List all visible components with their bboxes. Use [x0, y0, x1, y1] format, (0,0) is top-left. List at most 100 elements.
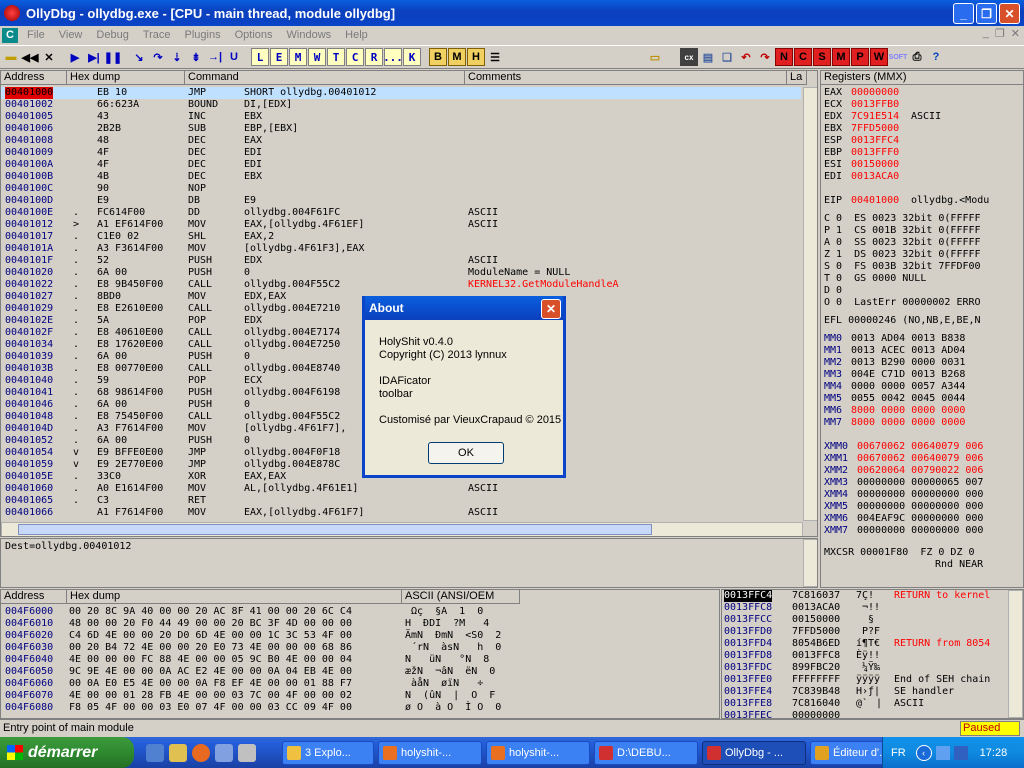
disasm-row[interactable]: 00401006 2B2B SUB EBP,[EBX]: [1, 123, 801, 135]
stack-vscroll[interactable]: [1008, 590, 1023, 718]
cmd-icon[interactable]: cx: [680, 48, 698, 66]
about-close-icon[interactable]: ✕: [541, 299, 561, 319]
dump-hex[interactable]: C4 6D 4E 00 00 20 D0 6D 4E 00 00 1C 3C 5…: [69, 630, 352, 642]
step-into-icon[interactable]: ↘: [130, 48, 148, 66]
dump-hex[interactable]: 00 20 B4 72 4E 00 00 20 E0 73 4E 00 00 0…: [69, 642, 352, 654]
menu-windows[interactable]: Windows: [280, 29, 339, 41]
mmx-register-value[interactable]: 004E C71D 0013 B268: [851, 369, 965, 381]
minimize-button[interactable]: _: [953, 3, 974, 24]
quicklaunch-firefox-icon[interactable]: [192, 743, 210, 762]
help-icon[interactable]: ?: [927, 48, 945, 66]
disasm-row[interactable]: 0040101A. A3 F3614F00 MOV [ollydbg.4F61F3],…: [1, 243, 801, 255]
execute-till-user-icon[interactable]: U: [225, 48, 243, 66]
register-value[interactable]: 7FFD5000: [851, 123, 899, 135]
flag-line[interactable]: P 1 CS 001B 32bit 0(FFFFF: [824, 225, 981, 237]
maximize-button[interactable]: ❐: [976, 3, 997, 24]
taskbar-task-button[interactable]: holyshit-...: [378, 740, 482, 765]
quicklaunch-usb-icon[interactable]: [238, 743, 256, 762]
restart-icon[interactable]: ◀◀: [21, 48, 39, 66]
step-over-icon[interactable]: ↷: [149, 48, 167, 66]
dump-hex[interactable]: 00 20 8C 9A 40 00 00 20 AC 8F 41 00 00 2…: [69, 606, 352, 618]
menu-debug[interactable]: Debug: [89, 29, 135, 41]
dump-header-ascii[interactable]: ASCII (ANSI/OEM: [402, 590, 520, 604]
options-list-icon[interactable]: ☰: [486, 48, 504, 66]
menu-help[interactable]: Help: [338, 29, 375, 41]
disasm-header-comments[interactable]: Comments: [465, 71, 787, 85]
toolbar-windows-button[interactable]: W: [308, 48, 326, 66]
disasm-vscroll[interactable]: [803, 87, 817, 521]
registers-pane[interactable]: Registers (MMX) EAX 00000000 ECX 0013FFB0 ED…: [820, 70, 1024, 588]
notepad-icon[interactable]: ▤: [699, 48, 717, 66]
disasm-row[interactable]: 0040100D E9 DB E9: [1, 195, 801, 207]
stack-row[interactable]: 0013FFD8 0013FFC8 Èÿ!!: [722, 650, 1008, 662]
pause-icon[interactable]: ❚❚: [104, 48, 122, 66]
menu-options[interactable]: Options: [228, 29, 280, 41]
toolbar-hwbreak-button[interactable]: H: [467, 48, 485, 66]
disasm-row[interactable]: 00401000 EB 10 JMP SHORT ollydbg.00401012: [1, 87, 801, 99]
toolbar-log-button[interactable]: L: [251, 48, 269, 66]
toolbar-w-button[interactable]: W: [870, 48, 888, 66]
about-ok-button[interactable]: OK: [428, 442, 504, 464]
dump-address[interactable]: 004F6020: [5, 630, 53, 642]
language-indicator[interactable]: FR: [891, 747, 906, 759]
mmx-register-value[interactable]: 8000 0000 0000 0000: [851, 417, 965, 429]
menu-file[interactable]: File: [20, 29, 52, 41]
dump-address[interactable]: 004F6050: [5, 666, 53, 678]
run-icon[interactable]: ▶: [66, 48, 84, 66]
disasm-hscroll[interactable]: [1, 522, 803, 536]
disasm-row[interactable]: 00401060. A0 E1614F00 MOV AL,[ollydbg.4F61E…: [1, 483, 801, 495]
register-value[interactable]: 00401000: [851, 195, 899, 207]
register-value[interactable]: 0013FFB0: [851, 99, 899, 111]
register-value[interactable]: 0013FFF0: [851, 147, 899, 159]
dump-pane[interactable]: Address Hex dump ASCII (ANSI/OEM 004F600…: [0, 589, 720, 719]
mdi-close-icon[interactable]: ✕: [1011, 27, 1020, 40]
stack-row[interactable]: 0013FFD4 8054B6ED í¶T€ RETURN from 8054: [722, 638, 1008, 650]
disasm-row[interactable]: 0040100E. FC614F00 DD ollydbg.004F61FC ASCII: [1, 207, 801, 219]
stack-row[interactable]: 0013FFE4 7C839B48 H›ƒ| SE handler: [722, 686, 1008, 698]
flag-line[interactable]: O 0 LastErr 00000002 ERRO: [824, 297, 981, 309]
dump-address[interactable]: 004F6060: [5, 678, 53, 690]
execute-till-return-icon[interactable]: →|: [206, 48, 224, 66]
run-thread-icon[interactable]: ▶|: [85, 48, 103, 66]
flag-line[interactable]: Z 1 DS 0023 32bit 0(FFFFF: [824, 249, 981, 261]
dump-hex[interactable]: 4E 00 00 00 FC 88 4E 00 00 05 9C B0 4E 0…: [69, 654, 352, 666]
flag-line[interactable]: T 0 GS 0000 NULL: [824, 273, 926, 285]
disasm-row[interactable]: 00401002 66:623A BOUND DI,[EDX]: [1, 99, 801, 111]
flag-line[interactable]: C 0 ES 0023 32bit 0(FFFFF: [824, 213, 981, 225]
eflags-line[interactable]: EFL 00000246 (NO,NB,E,BE,N: [824, 315, 981, 327]
toolbar-s-button[interactable]: S: [813, 48, 831, 66]
stack-row[interactable]: 0013FFE0 FFFFFFFF ÿÿÿÿ End of SEH chain: [722, 674, 1008, 686]
disasm-header-hexdump[interactable]: Hex dump: [67, 71, 185, 85]
toolbar-m-button[interactable]: M: [832, 48, 850, 66]
register-value[interactable]: 0013ACA0: [851, 171, 899, 183]
disasm-header-command[interactable]: Command: [185, 71, 465, 85]
disasm-row[interactable]: 00401065. C3 RET: [1, 495, 801, 507]
disasm-header-address[interactable]: Address: [1, 71, 67, 85]
flag-line[interactable]: D 0: [824, 285, 842, 297]
flag-line[interactable]: A 0 SS 0023 32bit 0(FFFFF: [824, 237, 981, 249]
disasm-row[interactable]: 00401022. E8 9B450F00 CALL ollydbg.004F55C2…: [1, 279, 801, 291]
mmx-register-value[interactable]: 0055 0042 0045 0044: [851, 393, 965, 405]
info-vscroll[interactable]: [803, 539, 817, 587]
disasm-row[interactable]: 0040100A 4F DEC EDI: [1, 159, 801, 171]
stack-row[interactable]: 0013FFEC 00000000: [722, 710, 1008, 718]
xmm-register-value[interactable]: 00620064 00790022 006: [857, 465, 983, 477]
disasm-row[interactable]: 0040101F. 52 PUSH EDX ASCII: [1, 255, 801, 267]
trace-over-icon[interactable]: ⇟: [187, 48, 205, 66]
close-window-button[interactable]: ✕: [999, 3, 1020, 24]
taskbar-task-button[interactable]: D:\DEBU...: [594, 740, 698, 765]
stack-row[interactable]: 0013FFC4 7C816037 7Ç! RETURN to kernel: [722, 590, 1008, 602]
dump-address[interactable]: 004F6040: [5, 654, 53, 666]
menu-trace[interactable]: Trace: [136, 29, 178, 41]
register-value[interactable]: 00150000: [851, 159, 899, 171]
close-debug-icon[interactable]: ✕: [40, 48, 58, 66]
stack-row[interactable]: 0013FFD0 7FFD5000 P?F: [722, 626, 1008, 638]
stack-row[interactable]: 0013FFE8 7C816040 @`| ASCII: [722, 698, 1008, 710]
tray-volume-icon[interactable]: [953, 745, 968, 760]
toolbar-memory-button[interactable]: M: [289, 48, 307, 66]
toolbar-membreak-button[interactable]: M: [448, 48, 466, 66]
quicklaunch-network-icon[interactable]: [215, 743, 233, 762]
register-value[interactable]: 0013FFC4: [851, 135, 899, 147]
toolbar-callstack-button[interactable]: K: [403, 48, 421, 66]
dump-hex[interactable]: 4E 00 00 01 28 FB 4E 00 00 03 7C 00 4F 0…: [69, 690, 352, 702]
